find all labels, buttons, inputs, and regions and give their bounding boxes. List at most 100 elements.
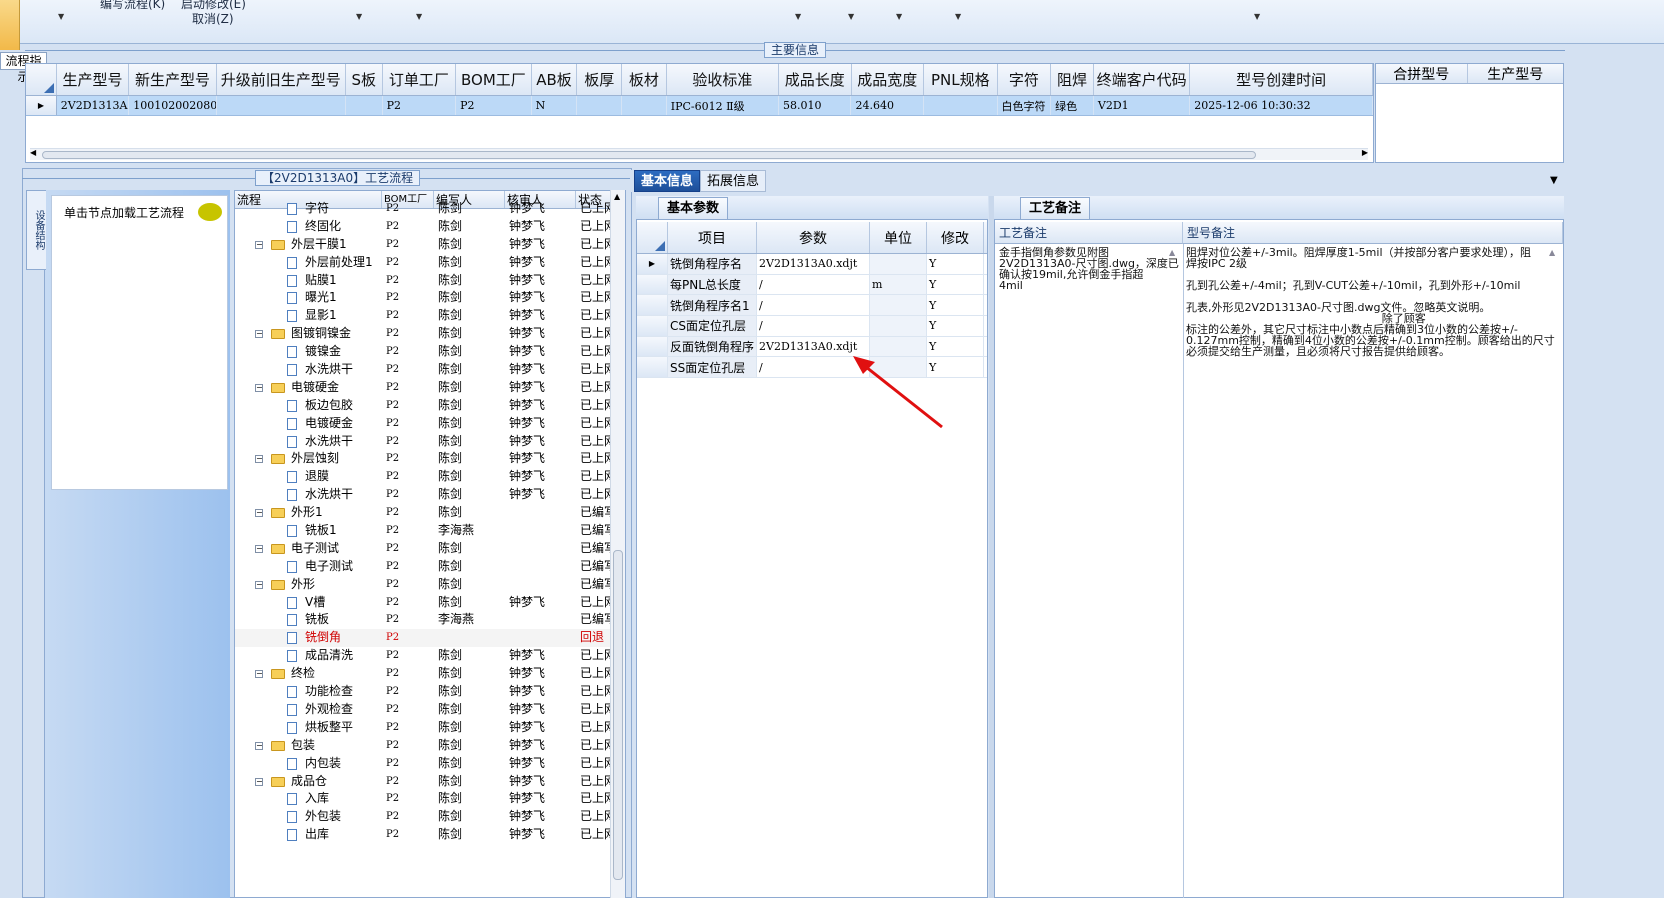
tree-row[interactable]: 曝光1 P2 陈剑 钟梦飞 已上网 bbox=[235, 289, 625, 307]
param-value[interactable]: / bbox=[757, 274, 870, 295]
tree-node[interactable]: 显影1 bbox=[235, 307, 382, 325]
tree-row[interactable]: 内包装 P2 陈剑 钟梦飞 已上网 bbox=[235, 755, 625, 773]
col-header[interactable]: 字符 bbox=[998, 64, 1052, 95]
tree-row[interactable]: 板边包胶 P2 陈剑 钟梦飞 已上网 bbox=[235, 397, 625, 415]
param-row[interactable]: ▶ 铣倒角程序名 2V2D1313A0.xdjt Y bbox=[637, 254, 987, 275]
tab-basic-info[interactable]: 基本信息 bbox=[634, 170, 701, 192]
tree-row[interactable]: − 外层蚀刻 P2 陈剑 钟梦飞 已上网 bbox=[235, 450, 625, 468]
tree-node[interactable]: 电子测试 bbox=[235, 558, 382, 576]
tree-row[interactable]: 入库 P2 陈剑 钟梦飞 已上网 bbox=[235, 790, 625, 808]
vertical-scrollbar[interactable]: ▲ bbox=[610, 190, 625, 898]
col-header[interactable]: 板材 bbox=[622, 64, 667, 95]
tree-node[interactable]: − 图镀铜镍金 bbox=[235, 325, 382, 343]
tree-node[interactable]: 终固化 bbox=[235, 218, 382, 236]
tab-extended-info[interactable]: 拓展信息 bbox=[700, 170, 767, 192]
tree-node[interactable]: 铣倒角 bbox=[235, 629, 382, 647]
col-header[interactable]: 阻焊 bbox=[1051, 64, 1094, 95]
cell[interactable]: IPC-6012 Ⅱ级 bbox=[667, 96, 779, 115]
col-header[interactable]: 成品宽度 bbox=[852, 64, 925, 95]
table-row[interactable]: ▶ 2V2D1313A0 10010200208069 P2 P2 N IPC-… bbox=[26, 96, 1373, 116]
collapse-icon[interactable]: − bbox=[255, 777, 263, 786]
param-unit[interactable] bbox=[870, 295, 927, 316]
tree-node[interactable]: 内包装 bbox=[235, 755, 382, 773]
tree-row[interactable]: 水洗烘干 P2 陈剑 钟梦飞 已上网 bbox=[235, 433, 625, 451]
dropdown-arrow-icon[interactable]: ▼ bbox=[896, 12, 902, 21]
tree-node[interactable]: 外观检查 bbox=[235, 701, 382, 719]
edit-flow-menu[interactable]: 编写流程(K) bbox=[100, 0, 165, 12]
param-row[interactable]: 铣倒角程序名1/ Y bbox=[637, 295, 987, 317]
tree-row[interactable]: 字符 P2 陈剑 钟梦飞 已上网 bbox=[235, 200, 625, 218]
tree-row[interactable]: 外层前处理1 P2 陈剑 钟梦飞 已上网 bbox=[235, 254, 625, 272]
col-header[interactable]: 修改 bbox=[927, 222, 984, 253]
tree-row[interactable]: 退膜 P2 陈剑 钟梦飞 已上网 bbox=[235, 468, 625, 486]
tree-row[interactable]: 铣板1 P2 李海燕 已编写 bbox=[235, 522, 625, 540]
scrollbar-thumb[interactable] bbox=[613, 550, 623, 880]
tree-node[interactable]: − 终检 bbox=[235, 665, 382, 683]
col-header[interactable]: 生产型号 bbox=[1468, 64, 1563, 83]
tree-row[interactable]: 电镀硬金 P2 陈剑 钟梦飞 已上网 bbox=[235, 415, 625, 433]
cell[interactable]: 2V2D1313A0 bbox=[57, 96, 130, 115]
param-modify[interactable]: Y bbox=[927, 295, 984, 316]
collapse-icon[interactable]: − bbox=[255, 455, 263, 464]
col-header[interactable]: AB板 bbox=[532, 64, 578, 95]
tree-row[interactable]: 烘板整平 P2 陈剑 钟梦飞 已上网 bbox=[235, 719, 625, 737]
tree-node[interactable]: 电镀硬金 bbox=[235, 415, 382, 433]
tree-row[interactable]: − 包装 P2 陈剑 钟梦飞 已上网 bbox=[235, 737, 625, 755]
tree-row[interactable]: − 图镀铜镍金 P2 陈剑 钟梦飞 已上网 bbox=[235, 325, 625, 343]
row-selector[interactable] bbox=[637, 357, 668, 378]
param-unit[interactable] bbox=[870, 316, 927, 336]
tree-row[interactable]: 贴膜1 P2 陈剑 钟梦飞 已上网 bbox=[235, 272, 625, 290]
tree-row[interactable]: 终固化 P2 陈剑 钟梦飞 已上网 bbox=[235, 218, 625, 236]
collapse-icon[interactable]: − bbox=[255, 383, 263, 392]
dropdown-arrow-icon[interactable]: ▼ bbox=[356, 12, 362, 21]
tree-node[interactable]: 板边包胶 bbox=[235, 397, 382, 415]
tree-row[interactable]: 成品清洗 P2 陈剑 钟梦飞 已上网 bbox=[235, 647, 625, 665]
param-value[interactable]: / bbox=[757, 295, 870, 316]
cell[interactable]: N bbox=[532, 96, 578, 115]
cell[interactable] bbox=[924, 96, 998, 115]
col-header[interactable]: 新生产型号 bbox=[129, 64, 217, 95]
process-remark-text[interactable]: 金手指倒角参数见附图 2V2D1313A0-尺寸图.dwg，深度已 确认按19mil… bbox=[999, 247, 1179, 291]
collapse-icon[interactable]: − bbox=[255, 741, 263, 750]
param-item[interactable]: 铣倒角程序名1 bbox=[668, 295, 757, 316]
tree-row[interactable]: 出库 P2 陈剑 钟梦飞 已上网 bbox=[235, 826, 625, 844]
dropdown-arrow-icon[interactable]: ▼ bbox=[58, 12, 64, 21]
col-header-process-remark[interactable]: 工艺备注 bbox=[995, 222, 1183, 244]
cell[interactable]: 2025-12-06 10:30:32 bbox=[1190, 96, 1373, 115]
tree-row[interactable]: − 外形 P2 陈剑 已编写 bbox=[235, 576, 625, 594]
tab-basic-params[interactable]: 基本参数 bbox=[658, 197, 729, 219]
scroll-left-icon[interactable]: ◀ bbox=[30, 148, 36, 157]
col-header[interactable]: 订单工厂 bbox=[383, 64, 457, 95]
col-header[interactable]: 板厚 bbox=[577, 64, 623, 95]
param-modify[interactable]: Y bbox=[927, 274, 984, 295]
col-header[interactable]: 单位 bbox=[870, 222, 927, 253]
tree-node[interactable]: 外层前处理1 bbox=[235, 254, 382, 272]
col-header[interactable]: 验收标准 bbox=[667, 64, 779, 95]
tree-node[interactable]: − 外形1 bbox=[235, 504, 382, 522]
row-selector[interactable]: ▶ bbox=[637, 254, 668, 274]
tree-node[interactable]: − 电镀硬金 bbox=[235, 379, 382, 397]
dropdown-arrow-icon[interactable]: ▼ bbox=[955, 12, 961, 21]
tree-node[interactable]: − 外形 bbox=[235, 576, 382, 594]
param-modify[interactable]: Y bbox=[927, 316, 984, 336]
cell[interactable] bbox=[577, 96, 623, 115]
tree-row[interactable]: 功能检查 P2 陈剑 钟梦飞 已上网 bbox=[235, 683, 625, 701]
collapse-icon[interactable]: − bbox=[255, 670, 263, 679]
tree-row[interactable]: 铣倒角 P2 回退 bbox=[235, 629, 625, 648]
dropdown-arrow-icon[interactable]: ▼ bbox=[848, 12, 854, 21]
tree-node[interactable]: 镀镍金 bbox=[235, 343, 382, 361]
row-selector[interactable] bbox=[637, 295, 668, 316]
tree-node[interactable]: 水洗烘干 bbox=[235, 361, 382, 379]
tree-row[interactable]: 水洗烘干 P2 陈剑 钟梦飞 已上网 bbox=[235, 486, 625, 504]
tree-node[interactable]: V槽 bbox=[235, 594, 382, 612]
tree-row[interactable]: 电子测试 P2 陈剑 已编写 bbox=[235, 558, 625, 576]
dropdown-arrow-icon[interactable]: ▼ bbox=[416, 12, 422, 21]
cell[interactable] bbox=[622, 96, 667, 115]
tree-node[interactable]: 贴膜1 bbox=[235, 272, 382, 290]
cell[interactable]: 58.010 bbox=[779, 96, 852, 115]
tree-node[interactable]: 曝光1 bbox=[235, 289, 382, 307]
cell[interactable]: 白色字符 bbox=[998, 96, 1052, 115]
tree-node[interactable]: 水洗烘干 bbox=[235, 486, 382, 504]
tree-node[interactable]: 铣板1 bbox=[235, 522, 382, 540]
col-header[interactable]: 参数 bbox=[757, 222, 870, 253]
